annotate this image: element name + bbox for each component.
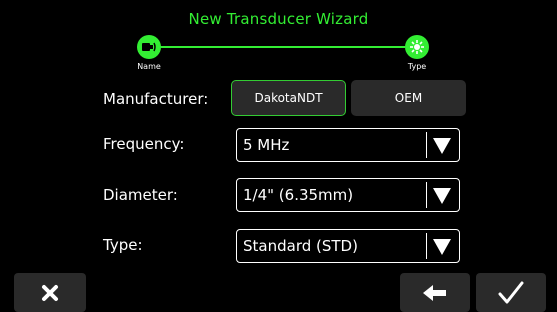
frequency-label: Frequency: xyxy=(103,135,185,153)
manufacturer-label: Manufacturer: xyxy=(103,90,209,108)
select-divider xyxy=(426,182,427,208)
frequency-value: 5 MHz xyxy=(243,136,290,154)
step-name-indicator xyxy=(137,35,161,59)
step-type-indicator xyxy=(405,35,429,59)
diameter-value: 1/4" (6.35mm) xyxy=(243,186,354,204)
cancel-button[interactable] xyxy=(14,273,86,312)
wizard-progress-line xyxy=(150,46,405,48)
manufacturer-option-oem[interactable]: OEM xyxy=(351,80,466,116)
transducer-probe-icon xyxy=(142,42,156,52)
type-label: Type: xyxy=(103,236,143,254)
type-value: Standard (STD) xyxy=(243,237,358,255)
dropdown-arrow-icon[interactable] xyxy=(432,238,452,256)
diameter-label: Diameter: xyxy=(103,186,178,204)
select-divider xyxy=(426,233,427,259)
confirm-button[interactable] xyxy=(476,273,546,312)
manufacturer-option-dakotandt[interactable]: DakotaNDT xyxy=(231,80,346,116)
dropdown-arrow-icon[interactable] xyxy=(432,137,452,155)
select-divider xyxy=(426,132,427,158)
wizard-title: New Transducer Wizard xyxy=(188,10,369,28)
checkmark-icon xyxy=(498,281,524,303)
crystal-element-icon xyxy=(410,40,424,54)
back-arrow-icon xyxy=(423,284,446,301)
type-select[interactable]: Standard (STD) xyxy=(236,229,460,263)
frequency-select[interactable]: 5 MHz xyxy=(236,128,460,162)
step-name-label: Name xyxy=(137,62,161,71)
back-button[interactable] xyxy=(400,273,470,312)
dropdown-arrow-icon[interactable] xyxy=(432,187,452,205)
step-type-label: Type xyxy=(407,62,427,71)
close-icon xyxy=(42,284,58,301)
diameter-select[interactable]: 1/4" (6.35mm) xyxy=(236,178,460,212)
